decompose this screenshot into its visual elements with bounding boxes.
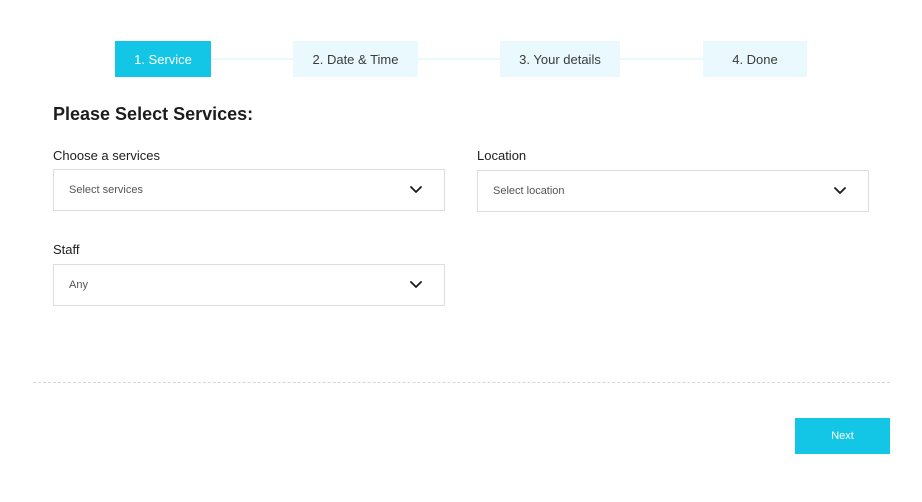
booking-stepper: 1. Service 2. Date & Time 3. Your detail… xyxy=(0,41,922,77)
services-label: Choose a services xyxy=(53,148,160,163)
services-select[interactable]: Select services xyxy=(53,169,445,211)
chevron-down-icon xyxy=(409,278,423,292)
step-date-time[interactable]: 2. Date & Time xyxy=(293,41,418,77)
page-title: Please Select Services: xyxy=(53,104,254,124)
step-service[interactable]: 1. Service xyxy=(115,41,211,77)
next-button[interactable]: Next xyxy=(795,418,890,454)
location-select[interactable]: Select location xyxy=(477,170,869,212)
step-connector xyxy=(620,58,703,60)
staff-select[interactable]: Any xyxy=(53,264,445,306)
location-label: Location xyxy=(477,148,527,163)
chevron-down-icon xyxy=(833,184,847,198)
staff-select-value: Any xyxy=(69,279,88,291)
chevron-down-icon xyxy=(409,183,423,197)
step-connector xyxy=(418,58,500,60)
section-divider xyxy=(33,382,890,383)
step-your-details[interactable]: 3. Your details xyxy=(500,41,620,77)
step-connector xyxy=(211,58,293,60)
step-done[interactable]: 4. Done xyxy=(703,41,807,77)
services-select-value: Select services xyxy=(69,184,143,196)
booking-page: 1. Service 2. Date & Time 3. Your detail… xyxy=(0,0,922,502)
staff-label: Staff xyxy=(53,242,80,257)
location-select-value: Select location xyxy=(493,185,565,197)
